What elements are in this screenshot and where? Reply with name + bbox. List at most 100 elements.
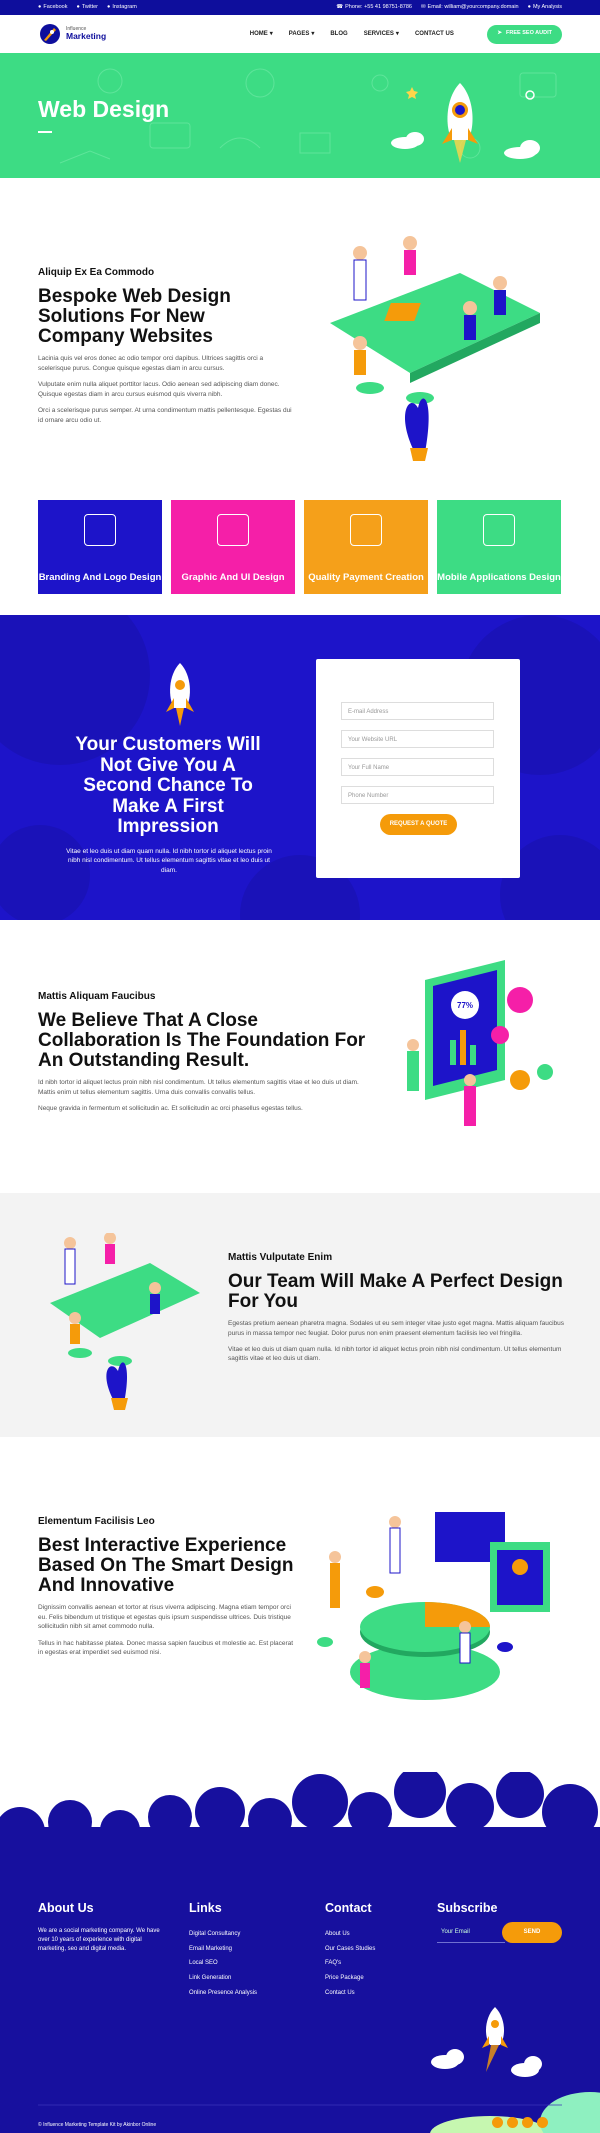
footer-link[interactable]: Link Generation bbox=[189, 1971, 257, 1986]
about-section: Aliquip Ex Ea Commodo Bespoke Web Design… bbox=[0, 178, 600, 594]
nav-pages-label: PAGES bbox=[288, 30, 310, 37]
about-paragraph: Orci a scelerisque purus semper. At urna… bbox=[38, 407, 292, 424]
footer-about: About Us We are a social marketing compa… bbox=[38, 1899, 163, 1954]
footer-about-title: About Us bbox=[38, 1901, 94, 1915]
website-url-field[interactable]: Your Website URL bbox=[341, 730, 494, 748]
footer-contact-link[interactable]: Contact Us bbox=[325, 1986, 375, 2001]
email-field[interactable]: E-mail Address bbox=[341, 702, 494, 720]
about-title: Bespoke Web Design Solutions For New Com… bbox=[38, 285, 231, 348]
nav-item-home[interactable]: HOME ▾ bbox=[250, 30, 273, 39]
title-underline bbox=[38, 131, 52, 133]
chevron-down-icon: ▾ bbox=[269, 30, 273, 37]
footer-contact-link[interactable]: FAQ's bbox=[325, 1956, 375, 1971]
team-paragraph: Egestas pretium aenean pharetra magna. S… bbox=[228, 1320, 565, 1337]
youtube-icon[interactable] bbox=[537, 2117, 548, 2128]
footer-links-title: Links bbox=[189, 1901, 222, 1915]
rocket-icon bbox=[166, 663, 194, 726]
account-link[interactable]: ● My Analysis bbox=[528, 4, 562, 12]
free-seo-audit-button[interactable]: ➤ FREE SEO AUDIT bbox=[487, 24, 562, 44]
team-desk-illustration bbox=[50, 1233, 200, 1410]
twitter-label: Twitter bbox=[81, 3, 99, 10]
quote-title: Your Customers Will Not Give You A Secon… bbox=[75, 734, 261, 838]
phone-field[interactable]: Phone Number bbox=[341, 786, 494, 804]
footer-link[interactable]: Email Marketing bbox=[189, 1942, 257, 1957]
top-bar: ● Facebook ● Twitter ● Instagram ☎ Phone: +5… bbox=[0, 0, 600, 15]
footer-links: Links Digital Consultancy Email Marketin… bbox=[189, 1899, 257, 2000]
paper-plane-icon: ➤ bbox=[497, 30, 503, 37]
collab-title: We Believe That A Close Collaboration Is… bbox=[38, 1009, 366, 1072]
full-name-field[interactable]: Your Full Name bbox=[341, 758, 494, 776]
nav-item-contact[interactable]: CONTACT US bbox=[415, 30, 454, 39]
service-card-branding[interactable]: Branding And Logo Design bbox=[38, 500, 162, 594]
nav-item-pages[interactable]: PAGES ▾ bbox=[289, 30, 315, 39]
about-paragraph: Vulputate enim nulla aliquet porttitor l… bbox=[38, 381, 280, 398]
team-paragraph: Vitae et leo duis ut diam quam nulla. Id… bbox=[228, 1346, 562, 1363]
footer-contact: Contact About Us Our Cases Studies FAQ's… bbox=[325, 1899, 375, 2000]
phone-icon: ☎ bbox=[336, 3, 344, 10]
envelope-icon: ✉ bbox=[420, 3, 426, 10]
footer-link[interactable]: Local SEO bbox=[189, 1956, 257, 1971]
page-title: Web Design bbox=[38, 96, 170, 122]
request-quote-button[interactable]: REQUEST A QUOTE bbox=[380, 814, 457, 835]
chevron-down-icon: ▾ bbox=[395, 30, 399, 37]
footer: About Us We are a social marketing compa… bbox=[0, 1772, 600, 2133]
facebook-icon[interactable] bbox=[492, 2117, 503, 2128]
service-card-label: Branding And Logo Design bbox=[38, 571, 162, 583]
quote-form: E-mail Address Your Website URL Your Ful… bbox=[316, 659, 520, 878]
subscribe-send-button[interactable]: SEND bbox=[502, 1922, 562, 1943]
logo[interactable]: Influence Marketing bbox=[38, 22, 106, 46]
about-label: Aliquip Ex Ea Commodo bbox=[38, 267, 155, 278]
email-info[interactable]: ✉ Email: william@yourcompany.domain bbox=[421, 4, 519, 12]
footer-contact-link[interactable]: Price Package bbox=[325, 1971, 375, 1986]
quote-section: Your Customers Will Not Give You A Secon… bbox=[0, 615, 600, 920]
graphic-design-icon bbox=[217, 514, 249, 546]
email-text: Email: william@yourcompany.domain bbox=[427, 3, 519, 10]
footer-link[interactable]: Digital Consultancy bbox=[189, 1927, 257, 1942]
interactive-section: Elementum Facilisis Leo Best Interactive… bbox=[0, 1437, 600, 1772]
stat-percent: 77% bbox=[457, 1001, 473, 1010]
nav-services-label: SERVICES bbox=[363, 30, 394, 37]
facebook-label: Facebook bbox=[43, 3, 68, 10]
diamond-icon bbox=[350, 514, 382, 546]
twitter-link[interactable]: ● Twitter bbox=[76, 4, 98, 12]
collab-label: Mattis Aliquam Faucibus bbox=[38, 991, 156, 1002]
logo-rocket-icon bbox=[40, 24, 60, 44]
nav-item-blog[interactable]: BLOG bbox=[330, 30, 347, 39]
phone-text: Phone: +55 41 98751-8786 bbox=[345, 3, 412, 10]
chevron-down-icon: ▾ bbox=[311, 30, 315, 37]
service-card-label: Mobile Applications Design bbox=[437, 571, 561, 583]
about-paragraph: Lacinia quis vel eros donec ac odio temp… bbox=[38, 355, 264, 372]
instagram-label: Instagram bbox=[112, 3, 137, 10]
service-card-label: Quality Payment Creation bbox=[308, 571, 424, 583]
phone-info: ☎ Phone: +55 41 98751-8786 bbox=[336, 4, 412, 12]
service-card-mobile[interactable]: Mobile Applications Design bbox=[437, 500, 561, 594]
footer-contact-title: Contact bbox=[325, 1901, 372, 1915]
footer-contact-link[interactable]: About Us bbox=[325, 1927, 375, 1942]
page-hero: Web Design bbox=[0, 53, 600, 178]
cta-label: FREE SEO AUDIT bbox=[506, 30, 552, 37]
nav-blog-label: BLOG bbox=[330, 30, 348, 37]
twitter-icon[interactable] bbox=[507, 2117, 518, 2128]
analytics-illustration: 77% bbox=[407, 960, 553, 1126]
service-card-graphic[interactable]: Graphic And UI Design bbox=[171, 500, 295, 594]
nav-contact-label: CONTACT US bbox=[414, 30, 454, 37]
instagram-icon[interactable] bbox=[522, 2117, 533, 2128]
footer-subscribe-title: Subscribe bbox=[437, 1901, 498, 1915]
mobile-app-icon bbox=[483, 514, 515, 546]
nav-home-label: HOME bbox=[249, 30, 268, 37]
instagram-icon: ● bbox=[107, 3, 111, 10]
nav-item-services[interactable]: SERVICES ▾ bbox=[364, 30, 399, 39]
subscribe-email-field[interactable]: Your Email bbox=[437, 1922, 505, 1943]
facebook-link[interactable]: ● Facebook bbox=[38, 4, 67, 12]
footer-contact-link[interactable]: Our Cases Studies bbox=[325, 1942, 375, 1957]
logo-title: Marketing bbox=[66, 30, 107, 41]
team-section: Mattis Vulputate Enim Our Team Will Make… bbox=[0, 1193, 600, 1437]
collaboration-section: Mattis Aliquam Faucibus We Believe That … bbox=[0, 920, 600, 1193]
service-card-payment[interactable]: Quality Payment Creation bbox=[304, 500, 428, 594]
footer-link[interactable]: Online Presence Analysis bbox=[189, 1986, 257, 2001]
team-label: Mattis Vulputate Enim bbox=[228, 1252, 333, 1263]
team-desk-illustration bbox=[330, 236, 540, 461]
instagram-link[interactable]: ● Instagram bbox=[107, 4, 137, 12]
footer-about-text: We are a social marketing company. We ha… bbox=[38, 1928, 160, 1953]
twitter-icon: ● bbox=[76, 3, 80, 10]
